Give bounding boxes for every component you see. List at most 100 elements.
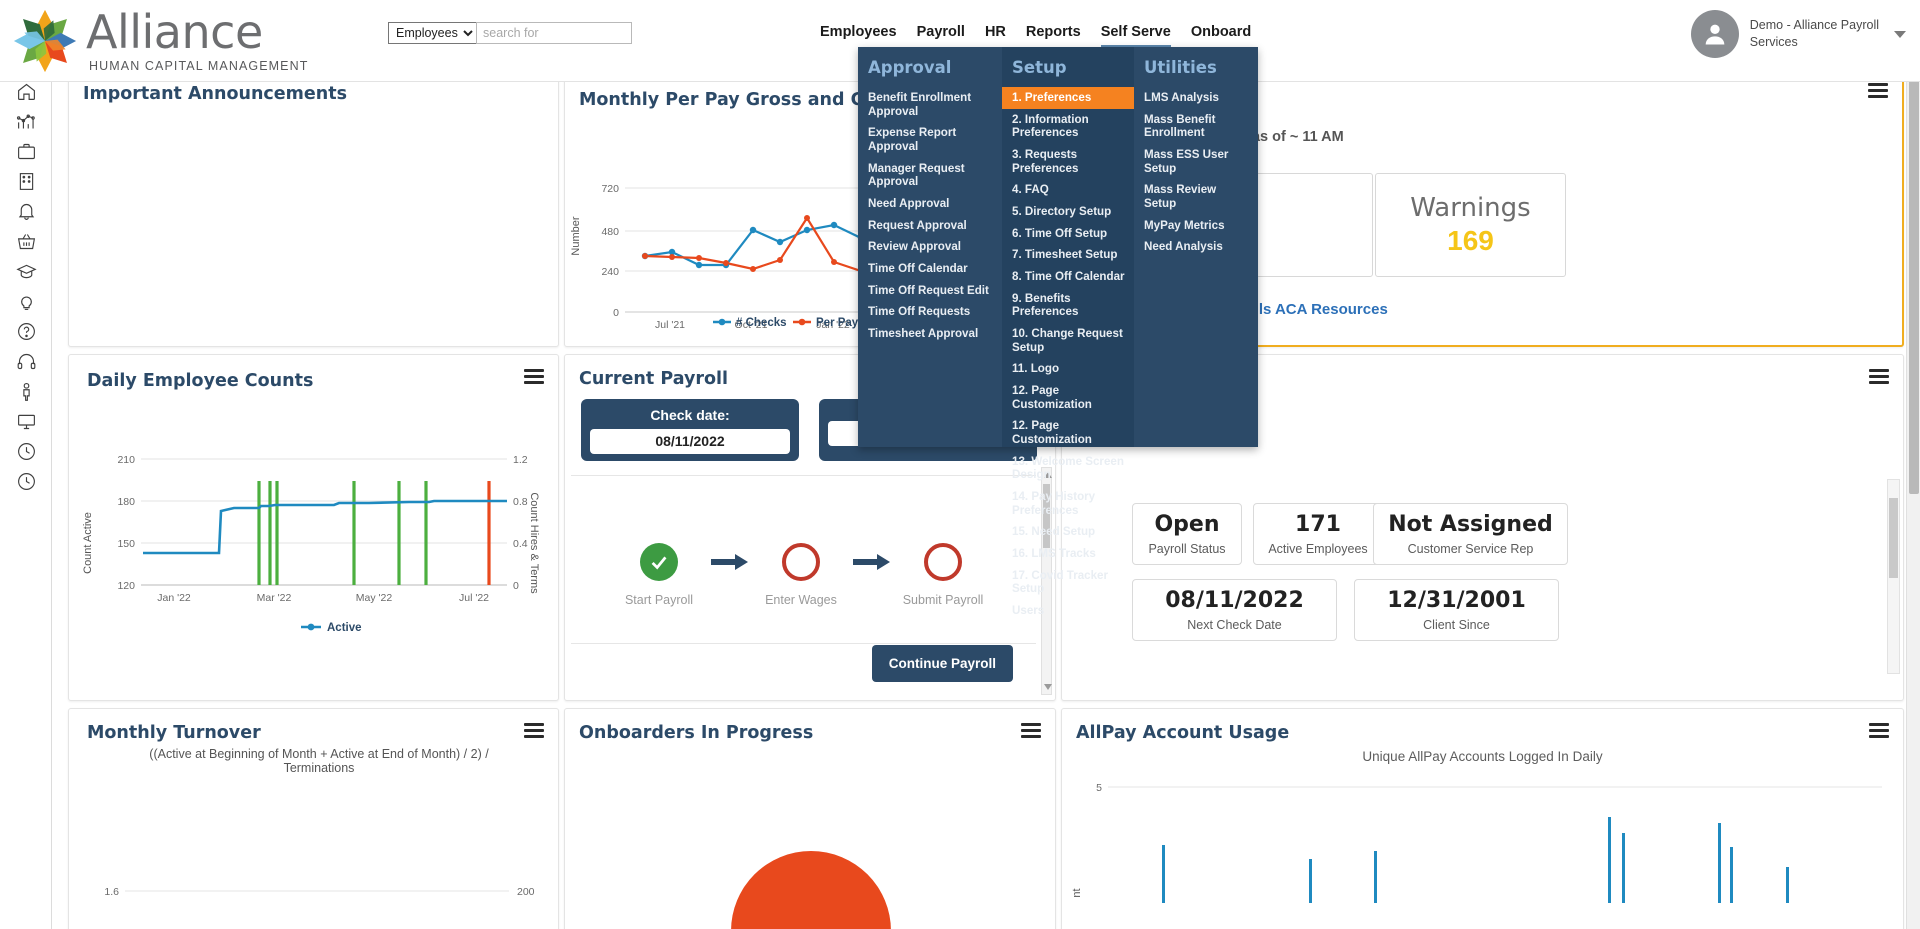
menu-item-timesheet-approval[interactable]: Timesheet Approval xyxy=(858,323,1002,345)
menu-item-time-off-setup[interactable]: 6. Time Off Setup xyxy=(1002,223,1134,245)
menu-item-time-off-request-edit[interactable]: Time Off Request Edit xyxy=(858,280,1002,302)
aca-tile-hidden[interactable] xyxy=(1253,173,1373,277)
menu-item-page-customization-b[interactable]: 12. Page Customization xyxy=(1002,415,1134,450)
menu-item-time-off-requests[interactable]: Time Off Requests xyxy=(858,301,1002,323)
menu-item-page-customization-a[interactable]: 12. Page Customization xyxy=(1002,380,1134,415)
continue-payroll-button[interactable]: Continue Payroll xyxy=(871,645,1013,682)
pie-slice[interactable] xyxy=(731,851,891,929)
rail-item-time[interactable] xyxy=(0,436,52,466)
menu-item-benefit-enrollment-approval[interactable]: Benefit Enrollment Approval xyxy=(858,87,1002,122)
stats-scrollbar[interactable] xyxy=(1887,479,1900,674)
nav-item-reports[interactable]: Reports xyxy=(1026,24,1081,48)
menu-item-benefits-preferences[interactable]: 9. Benefits Preferences xyxy=(1002,288,1134,323)
menu-item-request-approval[interactable]: Request Approval xyxy=(858,215,1002,237)
menu-item-lms-analysis[interactable]: LMS Analysis xyxy=(1134,87,1258,109)
y-tick-240: 240 xyxy=(601,266,619,278)
lightbulb-icon xyxy=(20,295,32,310)
mega-menu-heading: Approval xyxy=(868,58,952,77)
hamburger-menu-icon[interactable] xyxy=(1869,369,1889,384)
nav-item-hr[interactable]: HR xyxy=(985,24,1006,48)
rail-item-profile[interactable] xyxy=(0,376,52,406)
empty-circle-icon xyxy=(782,543,820,581)
menu-item-mass-ess-user-setup[interactable]: Mass ESS User Setup xyxy=(1134,144,1258,179)
menu-item-directory-setup[interactable]: 5. Directory Setup xyxy=(1002,201,1134,223)
menu-item-covid-tracker-setup[interactable]: 17. Covid Tracker Setup xyxy=(1002,565,1134,600)
rail-item-ideas[interactable] xyxy=(0,286,52,316)
legend-checks[interactable]: # Checks xyxy=(736,317,787,329)
scrollbar-thumb[interactable] xyxy=(1909,64,1919,494)
legend-active[interactable]: Active xyxy=(327,622,362,634)
user-menu[interactable]: Demo - Alliance Payroll Services xyxy=(1690,10,1906,58)
menu-item-users[interactable]: Users xyxy=(1002,600,1134,622)
hamburger-menu-icon[interactable] xyxy=(524,723,544,738)
stat-tile-next-check-date[interactable]: 08/11/2022 Next Check Date xyxy=(1132,579,1337,641)
menu-item-requests-preferences[interactable]: 3. Requests Preferences xyxy=(1002,144,1134,179)
nav-item-self-serve[interactable]: Self Serve xyxy=(1100,24,1171,48)
monitor-icon xyxy=(17,414,35,429)
menu-item-change-request-setup[interactable]: 10. Change Request Setup xyxy=(1002,323,1134,358)
menu-item-need-setup[interactable]: 15. Need Setup xyxy=(1002,521,1134,543)
rail-item-support[interactable] xyxy=(0,346,52,376)
mega-menu-column-setup: Setup 1. Preferences 2. Information Pref… xyxy=(1002,47,1134,617)
menu-item-need-approval[interactable]: Need Approval xyxy=(858,193,1002,215)
chevron-down-icon[interactable] xyxy=(1894,30,1906,38)
payroll-step-label: Enter Wages xyxy=(765,593,837,607)
chart-monthly-turnover: ge 1.6 200 xyxy=(104,886,534,898)
divider xyxy=(571,643,1036,644)
basket-icon xyxy=(17,233,35,249)
hamburger-menu-icon[interactable] xyxy=(1021,723,1041,738)
menu-item-welcome-screen-design[interactable]: 13. Welcome Screen Design xyxy=(1002,451,1134,486)
scroll-down-arrow-icon[interactable] xyxy=(1044,684,1052,690)
payroll-step-enter-wages[interactable]: Enter Wages xyxy=(755,543,847,607)
menu-item-information-preferences[interactable]: 2. Information Preferences xyxy=(1002,109,1134,144)
legend-per-pay[interactable]: Per Pay xyxy=(816,317,859,329)
y-tick-0: 0 xyxy=(613,307,619,319)
stat-tile-payroll-status[interactable]: Open Payroll Status xyxy=(1132,503,1242,565)
rail-item-briefcase[interactable] xyxy=(0,136,52,166)
hamburger-menu-icon[interactable] xyxy=(1869,723,1889,738)
rail-item-learning[interactable] xyxy=(0,256,52,286)
scrollbar-thumb[interactable] xyxy=(1889,498,1898,578)
menu-item-review-approval[interactable]: Review Approval xyxy=(858,236,1002,258)
rail-item-benefits[interactable] xyxy=(0,226,52,256)
hamburger-menu-icon[interactable] xyxy=(1868,83,1888,98)
menu-item-timesheet-setup[interactable]: 7. Timesheet Setup xyxy=(1002,244,1134,266)
menu-item-pay-history-preferences[interactable]: 14. Pay History Preferences xyxy=(1002,486,1134,521)
rail-item-workstation[interactable] xyxy=(0,406,52,436)
stat-tile-client-since[interactable]: 12/31/2001 Client Since xyxy=(1354,579,1559,641)
menu-item-logo[interactable]: 11. Logo xyxy=(1002,358,1134,380)
rail-item-company[interactable] xyxy=(0,166,52,196)
rail-item-time-history[interactable] xyxy=(0,466,52,496)
stat-tile-csr[interactable]: Not Assigned Customer Service Rep xyxy=(1373,503,1568,565)
menu-item-manager-request-approval[interactable]: Manager Request Approval xyxy=(858,158,1002,193)
menu-item-lms-tracks[interactable]: 16. LMS Tracks xyxy=(1002,543,1134,565)
stat-tile-active-employees[interactable]: 171 Active Employees xyxy=(1253,503,1383,565)
hamburger-menu-icon[interactable] xyxy=(524,369,544,384)
menu-item-time-off-calendar[interactable]: 8. Time Off Calendar xyxy=(1002,266,1134,288)
menu-item-expense-report-approval[interactable]: Expense Report Approval xyxy=(858,122,1002,157)
menu-item-mypay-metrics[interactable]: MyPay Metrics xyxy=(1134,215,1258,237)
y-tick-120: 120 xyxy=(117,580,135,592)
payroll-step-submit[interactable]: Submit Payroll xyxy=(897,543,989,607)
aca-tile-warnings[interactable]: Warnings 169 xyxy=(1375,173,1566,277)
nav-item-payroll[interactable]: Payroll xyxy=(917,24,965,48)
menu-item-preferences[interactable]: 1. Preferences xyxy=(1002,87,1134,109)
brand-logo[interactable]: Alliance HUMAN CAPITAL MANAGEMENT xyxy=(8,4,308,78)
nav-item-employees[interactable]: Employees xyxy=(820,24,897,48)
rail-item-help[interactable] xyxy=(0,316,52,346)
page-scrollbar[interactable] xyxy=(1906,62,1920,929)
rail-item-analytics[interactable] xyxy=(0,106,52,136)
clock-icon xyxy=(17,472,35,490)
menu-item-time-off-calendar[interactable]: Time Off Calendar xyxy=(858,258,1002,280)
nav-item-onboard[interactable]: Onboard xyxy=(1191,24,1251,48)
search-scope-select[interactable]: Employees xyxy=(388,22,476,44)
rail-item-notifications[interactable] xyxy=(0,196,52,226)
check-date-value[interactable]: 08/11/2022 xyxy=(590,428,790,454)
menu-item-faq[interactable]: 4. FAQ xyxy=(1002,179,1134,201)
menu-item-mass-review-setup[interactable]: Mass Review Setup xyxy=(1134,179,1258,214)
payroll-step-start[interactable]: Start Payroll xyxy=(613,543,705,607)
search-input[interactable] xyxy=(476,22,632,44)
main-navigation: Employees Payroll HR Reports Self Serve … xyxy=(820,24,1251,48)
menu-item-need-analysis[interactable]: Need Analysis xyxy=(1134,236,1258,258)
menu-item-mass-benefit-enrollment[interactable]: Mass Benefit Enrollment xyxy=(1134,109,1258,144)
